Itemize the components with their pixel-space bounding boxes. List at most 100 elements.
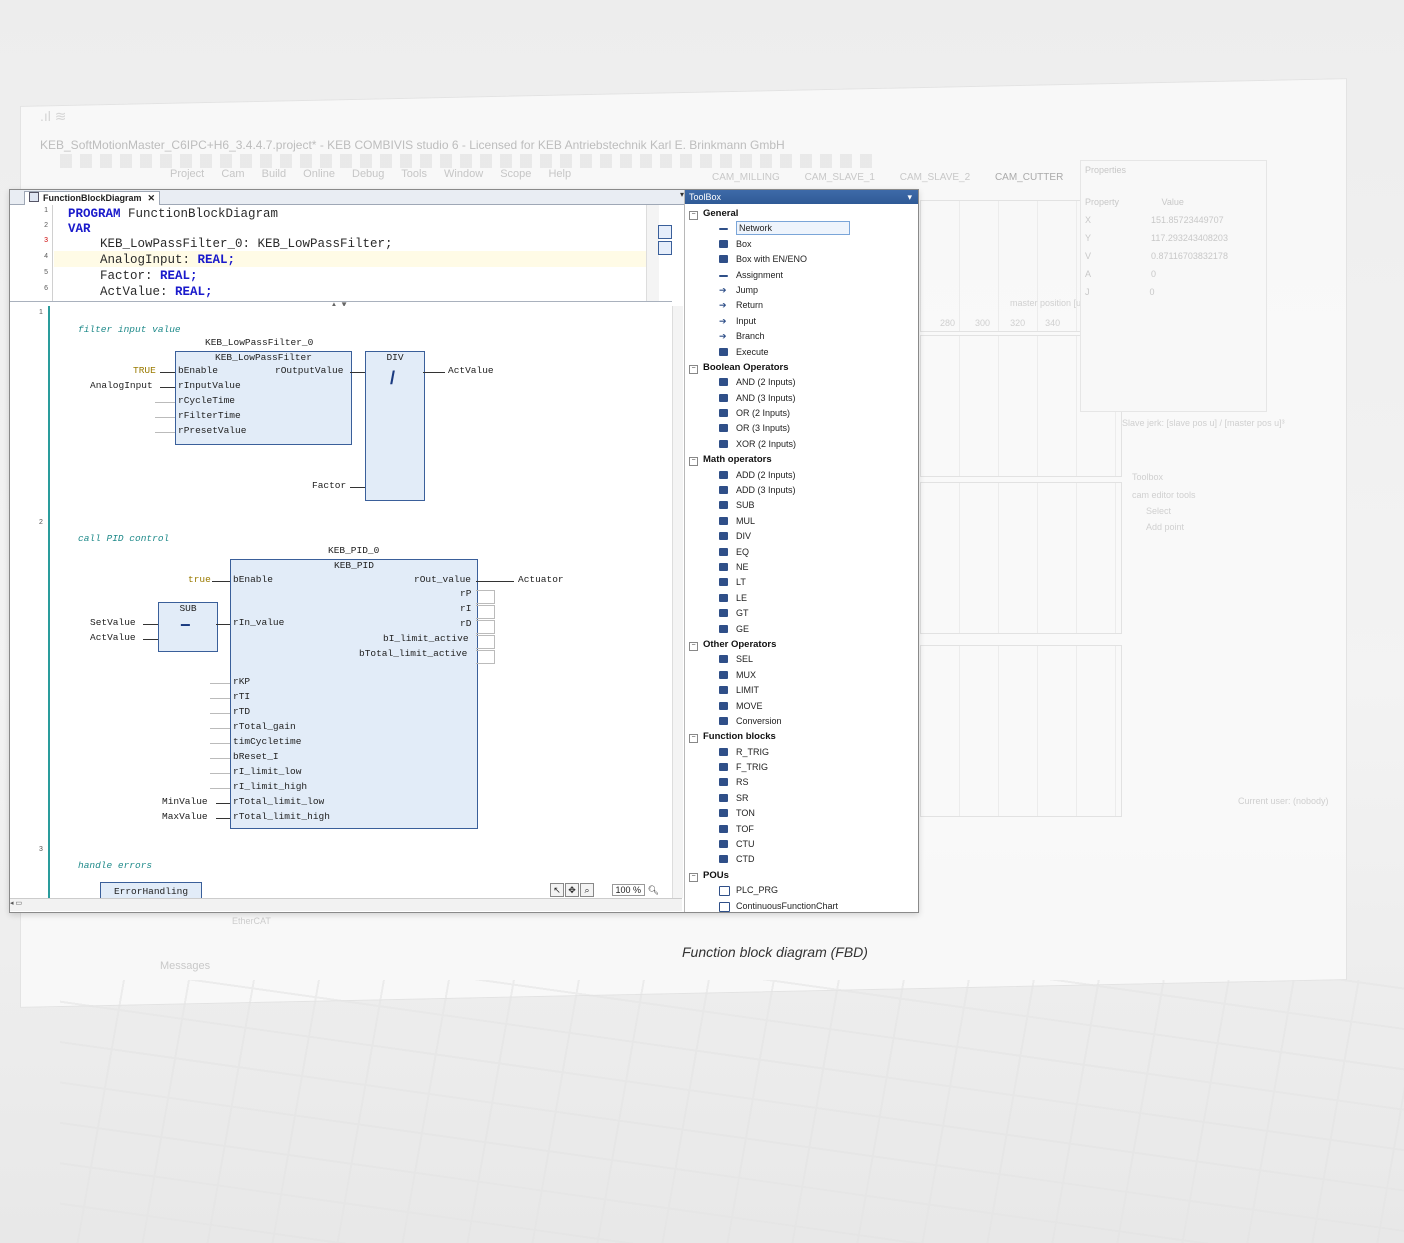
- wire-unconnected: [210, 713, 230, 714]
- wire-unconnected: [210, 728, 230, 729]
- toolbox-element-icon: [719, 378, 728, 387]
- toolbox-item-xor-2-inputs-[interactable]: XOR (2 Inputs): [685, 437, 918, 452]
- toolbox-item-sub[interactable]: SUB: [685, 498, 918, 513]
- collapse-icon[interactable]: −: [689, 364, 698, 374]
- toolbox-item-branch[interactable]: ➔ Branch: [685, 329, 918, 344]
- toolbox-item-and-3-inputs-[interactable]: AND (3 Inputs): [685, 391, 918, 406]
- output-placeholder[interactable]: [476, 605, 495, 619]
- output-placeholder[interactable]: [476, 635, 495, 649]
- toolbox-item-jump[interactable]: ➔ Jump: [685, 283, 918, 298]
- chevron-down-icon[interactable]: ▾: [907, 190, 912, 204]
- toolbox-element-icon: [719, 763, 728, 772]
- toolbox-item-r-trig[interactable]: R_TRIG: [685, 745, 918, 760]
- toolbox-element-icon: [719, 501, 728, 510]
- toolbox-category-pous[interactable]: − POUs: [685, 868, 918, 883]
- toolbox-category-other-operators[interactable]: − Other Operators: [685, 637, 918, 652]
- toolbox-item-move[interactable]: MOVE: [685, 699, 918, 714]
- zoom-icon[interactable]: 🔍︎: [648, 885, 659, 895]
- toolbox-item-box-with-en-eno[interactable]: Box with EN/ENO: [685, 252, 918, 267]
- toolbox-category-boolean-operators[interactable]: − Boolean Operators: [685, 360, 918, 375]
- tabular-view-icon[interactable]: [658, 241, 672, 255]
- fb-instance-name: KEB_PID_0: [328, 545, 380, 556]
- toolbox-item-input[interactable]: ➔ Input: [685, 314, 918, 329]
- toolbox-item-execute[interactable]: Execute: [685, 345, 918, 360]
- background-properties-panel: Properties Property Value X 151.85723449…: [1080, 160, 1267, 412]
- wire: [143, 639, 158, 640]
- toolbox-item-network[interactable]: Network: [685, 221, 918, 236]
- toolbox-item-mul[interactable]: MUL: [685, 514, 918, 529]
- toolbox-category-general[interactable]: − General: [685, 206, 918, 221]
- toolbox-item-label: SUB: [736, 500, 755, 511]
- input-variable-maxvalue: MaxValue: [162, 811, 208, 822]
- collapse-icon[interactable]: −: [689, 457, 698, 467]
- toolbox-item-f-trig[interactable]: F_TRIG: [685, 760, 918, 775]
- wire-unconnected: [210, 758, 230, 759]
- zoom-level[interactable]: 100 %: [611, 884, 646, 896]
- toolbox-item-label: ADD (2 Inputs): [736, 469, 796, 480]
- toolbox-element-icon: [719, 274, 728, 277]
- collapse-icon[interactable]: −: [689, 734, 698, 744]
- toolbox-item-rs[interactable]: RS: [685, 775, 918, 790]
- declaration-editor[interactable]: 1 2 3 4 5 6 PROGRAM FunctionBlockDiagram…: [10, 205, 672, 302]
- toolbox-item-plc-prg[interactable]: PLC_PRG: [685, 883, 918, 898]
- magnifier-icon[interactable]: ⌕: [580, 883, 594, 897]
- close-icon[interactable]: ✕: [148, 193, 156, 203]
- toolbox-item-mux[interactable]: MUX: [685, 668, 918, 683]
- toolbox-item-conversion[interactable]: Conversion: [685, 714, 918, 729]
- tab-function-block-diagram[interactable]: FunctionBlockDiagram ✕: [24, 191, 161, 205]
- toolbox-item-sel[interactable]: SEL: [685, 652, 918, 667]
- toolbox-item-add-2-inputs-[interactable]: ADD (2 Inputs): [685, 468, 918, 483]
- pointer-tool-icon[interactable]: ↖: [550, 883, 564, 897]
- toolbox-item-gt[interactable]: GT: [685, 606, 918, 621]
- toolbox-item-le[interactable]: LE: [685, 591, 918, 606]
- toolbox-item-tof[interactable]: TOF: [685, 822, 918, 837]
- input-constant-true: true: [188, 574, 211, 585]
- fb-input-rI-limit-high: rI_limit_high: [233, 781, 308, 792]
- toolbox-item-label: LT: [736, 577, 746, 588]
- toolbox-item-ton[interactable]: TON: [685, 806, 918, 821]
- fb-output-bI-limit-active: bI_limit_active: [383, 633, 469, 644]
- toolbox-element-icon: ➔: [719, 300, 727, 311]
- input-variable-actvalue: ActValue: [90, 632, 136, 643]
- pan-tool-icon[interactable]: ✥: [565, 883, 579, 897]
- toolbox-item-add-3-inputs-[interactable]: ADD (3 Inputs): [685, 483, 918, 498]
- toolbox-item-ne[interactable]: NE: [685, 560, 918, 575]
- textual-view-icon[interactable]: [658, 225, 672, 239]
- toolbox-item-label: CTD: [736, 854, 755, 865]
- toolbox-item-ctd[interactable]: CTD: [685, 852, 918, 867]
- collapse-icon[interactable]: −: [689, 872, 698, 882]
- toolbox-item-limit[interactable]: LIMIT: [685, 683, 918, 698]
- horizontal-scrollbar[interactable]: ◂ ▭: [10, 898, 682, 911]
- toolbox-item-return[interactable]: ➔ Return: [685, 298, 918, 313]
- toolbox-item-ctu[interactable]: CTU: [685, 837, 918, 852]
- background-chart-4: [920, 645, 1122, 817]
- toolbox-item-eq[interactable]: EQ: [685, 545, 918, 560]
- output-placeholder[interactable]: [476, 620, 495, 634]
- toolbox-item-or-3-inputs-[interactable]: OR (3 Inputs): [685, 421, 918, 436]
- toolbox-item-assignment[interactable]: Assignment: [685, 268, 918, 283]
- toolbox-item-and-2-inputs-[interactable]: AND (2 Inputs): [685, 375, 918, 390]
- line-number: 2: [44, 222, 48, 229]
- fb-output-bTotal-limit-active: bTotal_limit_active: [359, 648, 468, 659]
- toolbox-item-continuousfunctionchart[interactable]: ContinuousFunctionChart: [685, 899, 918, 912]
- fbd-vertical-scrollbar[interactable]: [672, 306, 683, 898]
- toolbox-item-div[interactable]: DIV: [685, 529, 918, 544]
- chevron-down-icon[interactable]: ▾: [680, 190, 684, 199]
- fbd-implementation-editor[interactable]: 1 2 3 filter input value KEB_LowPassFilt…: [10, 306, 672, 904]
- toolbox-item-box[interactable]: Box: [685, 237, 918, 252]
- output-placeholder[interactable]: [476, 650, 495, 664]
- toolbox-category-math-operators[interactable]: − Math operators: [685, 452, 918, 467]
- toolbox-item-sr[interactable]: SR: [685, 791, 918, 806]
- fb-output-rI: rI: [460, 603, 472, 614]
- collapse-icon[interactable]: −: [689, 211, 698, 220]
- output-placeholder[interactable]: [476, 590, 495, 604]
- collapse-icon[interactable]: −: [689, 641, 698, 651]
- toolbox-item-or-2-inputs-[interactable]: OR (2 Inputs): [685, 406, 918, 421]
- toolbox-item-lt[interactable]: LT: [685, 575, 918, 590]
- toolbox-item-ge[interactable]: GE: [685, 622, 918, 637]
- toolbox-category-function-blocks[interactable]: − Function blocks: [685, 729, 918, 744]
- toolbox-category-label: Math operators: [703, 454, 772, 466]
- fb-input-bEnable: bEnable: [178, 365, 218, 376]
- wire: [350, 487, 365, 488]
- toolbox-element-icon: [719, 578, 728, 587]
